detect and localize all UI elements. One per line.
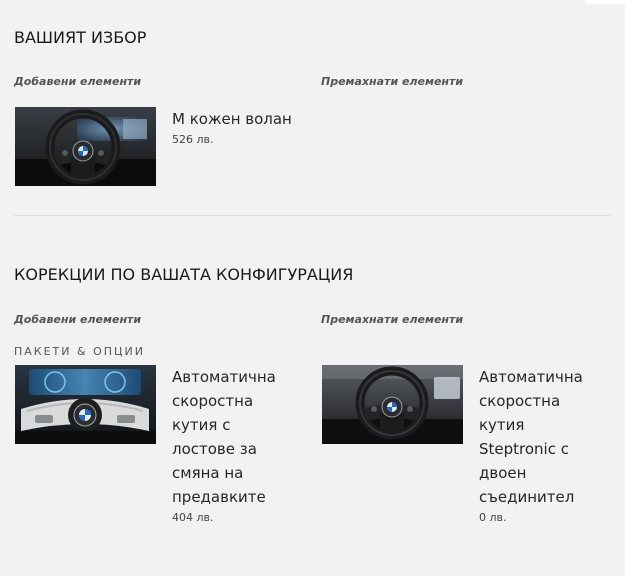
item-price: 526 лв. — [172, 133, 214, 146]
item-price: 404 лв. — [172, 511, 214, 524]
category-label: ПАКЕТИ & ОПЦИИ — [14, 345, 146, 358]
item-name: Автоматична скоростна кутия Steptronic с… — [479, 368, 583, 506]
item-price: 0 лв. — [479, 511, 507, 524]
corrections-added-label: Добавени елементи — [14, 313, 142, 326]
corrections-added-item[interactable]: Автоматична скоростна кутия с лостове за… — [15, 365, 298, 524]
selection-added-label: Добавени елементи — [14, 75, 142, 88]
steering-wheel-paddles-image — [15, 365, 156, 444]
top-corner-tab — [585, 0, 625, 4]
selection-added-item[interactable]: M кожен волан 526 лв. — [15, 107, 298, 186]
corrections-removed-item[interactable]: Автоматична скоростна кутия Steptronic с… — [322, 365, 605, 524]
item-name: Автоматична скоростна кутия с лостове за… — [172, 368, 276, 506]
item-name: M кожен волан — [172, 110, 292, 128]
selection-title: ВАШИЯТ ИЗБОР — [14, 28, 147, 47]
section-divider — [14, 215, 611, 216]
steering-wheel-steptronic-image — [322, 365, 463, 444]
selection-removed-label: Премахнати елементи — [321, 75, 464, 88]
corrections-title: КОРЕКЦИИ ПО ВАШАТА КОНФИГУРАЦИЯ — [14, 265, 354, 284]
corrections-removed-label: Премахнати елементи — [321, 313, 464, 326]
steering-wheel-image — [15, 107, 156, 186]
